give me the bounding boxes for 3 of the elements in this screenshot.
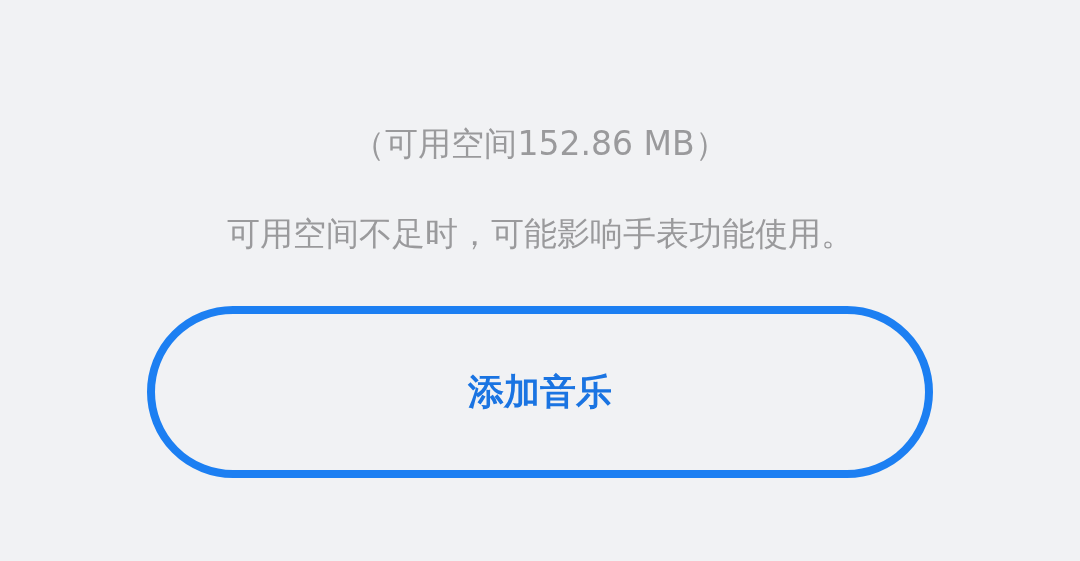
warning-text: 可用空间不足时，可能影响手表功能使用。 [226,213,854,255]
add-music-button[interactable]: 添加音乐 [147,306,933,478]
storage-info: （可用空间152.86 MB） [352,123,728,165]
